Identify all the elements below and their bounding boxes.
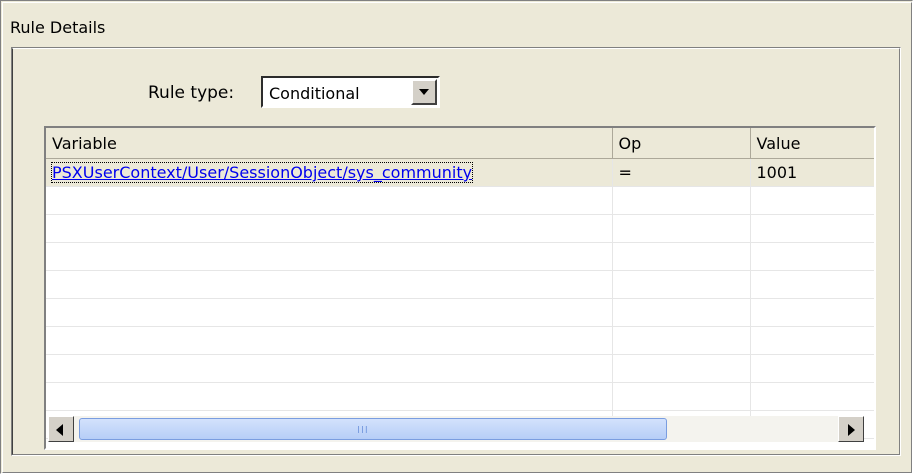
table-row[interactable]	[46, 242, 874, 271]
rule-table: Variable Op Value PSXUserContext/User/Se…	[44, 126, 876, 450]
scroll-track[interactable]: III	[74, 416, 838, 442]
table-row[interactable]	[46, 326, 874, 355]
arrow-left-icon	[56, 424, 63, 436]
rule-type-label: Rule type:	[148, 83, 235, 103]
column-header-variable[interactable]: Variable	[46, 128, 613, 159]
chevron-down-icon	[419, 89, 429, 95]
dropdown-button[interactable]	[411, 79, 437, 105]
table-row[interactable]	[46, 214, 874, 243]
grip-icon: III	[357, 425, 369, 436]
table-row[interactable]	[46, 298, 874, 327]
table-row[interactable]	[46, 382, 874, 411]
table-row[interactable]	[46, 270, 874, 299]
arrow-right-icon	[848, 424, 855, 436]
rule-type-value: Conditional	[269, 84, 360, 103]
variable-link[interactable]: PSXUserContext/User/SessionObject/sys_co…	[50, 162, 474, 183]
horizontal-scrollbar[interactable]: III	[44, 416, 876, 444]
table-row[interactable]	[46, 354, 874, 383]
table-row[interactable]	[46, 186, 874, 215]
cell-variable[interactable]: PSXUserContext/User/SessionObject/sys_co…	[46, 158, 613, 187]
rule-type-dropdown[interactable]: Conditional	[261, 76, 440, 108]
scroll-right-button[interactable]	[838, 416, 864, 442]
table-header: Variable Op Value	[46, 128, 874, 159]
section-title: Rule Details	[10, 18, 106, 37]
scroll-left-button[interactable]	[48, 416, 74, 442]
scroll-thumb[interactable]: III	[79, 418, 667, 440]
cell-op[interactable]: =	[612, 158, 751, 187]
cell-value[interactable]: 1001	[750, 158, 874, 187]
column-header-op[interactable]: Op	[612, 128, 751, 159]
column-header-value[interactable]: Value	[750, 128, 874, 159]
table-row[interactable]: PSXUserContext/User/SessionObject/sys_co…	[46, 158, 874, 187]
